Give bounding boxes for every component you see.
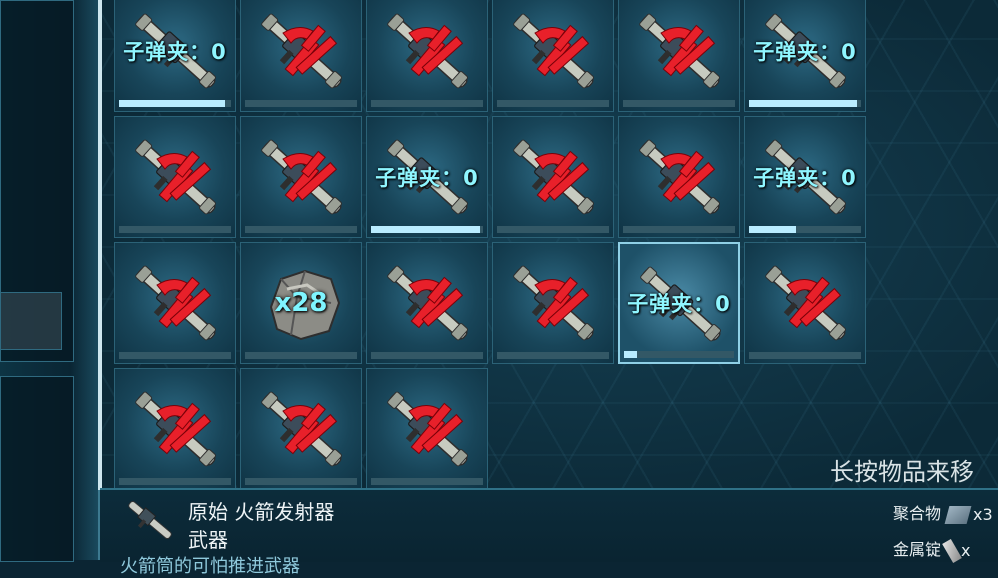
- polymer-icon: [944, 505, 972, 524]
- broken-rocket-launcher-icon: [135, 391, 216, 467]
- inventory-slot-rocket-launcher[interactable]: 子弹夹：0: [618, 242, 740, 364]
- broken-rocket-launcher-icon: [135, 139, 216, 215]
- durability-bar: [371, 478, 483, 485]
- inventory-slot-rocket-launcher[interactable]: [618, 0, 740, 112]
- durability-bar: [119, 352, 231, 359]
- inventory-slot-rocket-launcher[interactable]: 子弹夹：0: [744, 116, 866, 238]
- inventory-slot-rocket-launcher[interactable]: [618, 116, 740, 238]
- resource-polymer: 聚合物 x3: [893, 500, 993, 524]
- broken-rocket-launcher-icon: [261, 13, 342, 89]
- inventory-slot-rocket-launcher[interactable]: 子弹夹：0: [744, 0, 866, 112]
- durability-bar: [497, 100, 609, 107]
- durability-bar: [371, 226, 483, 233]
- inventory-slot-rocket-launcher[interactable]: [240, 116, 362, 238]
- inventory-slot-rocket-launcher[interactable]: 子弹夹：0: [114, 0, 236, 112]
- broken-rocket-launcher-icon: [387, 13, 468, 89]
- durability-fill: [624, 351, 638, 358]
- broken-rocket-launcher-icon: [513, 13, 594, 89]
- item-description: 火箭筒的可怕推进武器: [120, 556, 300, 577]
- inventory-slot-rocket-launcher[interactable]: [366, 368, 488, 490]
- broken-rocket-launcher-icon: [765, 265, 846, 341]
- inventory-slot-rocket-launcher[interactable]: [492, 242, 614, 364]
- durability-fill: [749, 100, 857, 107]
- resource-count: x3: [973, 505, 993, 524]
- long-press-hint: 长按物品来移: [830, 458, 974, 486]
- durability-bar: [245, 100, 357, 107]
- durability-bar: [623, 100, 735, 107]
- broken-rocket-launcher-icon: [639, 13, 720, 89]
- rocket-launcher-icon: [128, 501, 172, 539]
- panel-divider: [98, 0, 102, 490]
- durability-bar: [245, 226, 357, 233]
- inventory-slot-rocket-launcher[interactable]: [240, 368, 362, 490]
- inventory-slot-rocket-launcher[interactable]: [366, 242, 488, 364]
- metal-ingot-icon: [942, 538, 962, 563]
- durability-bar: [119, 478, 231, 485]
- resource-label: 聚合物: [893, 504, 942, 523]
- broken-rocket-launcher-icon: [639, 139, 720, 215]
- broken-rocket-launcher-icon: [513, 139, 594, 215]
- ammo-count-label: 子弹夹：0: [123, 40, 227, 64]
- inventory-slot-rocket-launcher[interactable]: [366, 0, 488, 112]
- durability-bar: [497, 226, 609, 233]
- resource-label: 金属锭: [893, 540, 942, 559]
- durability-bar: [119, 100, 231, 107]
- broken-rocket-launcher-icon: [387, 265, 468, 341]
- inventory-slot-rocket-launcher[interactable]: [240, 0, 362, 112]
- durability-bar: [119, 226, 231, 233]
- inventory-slot-rocket-launcher[interactable]: [114, 368, 236, 490]
- durability-fill: [119, 100, 226, 107]
- durability-fill: [749, 226, 797, 233]
- durability-bar: [749, 100, 861, 107]
- inventory-slot-rocket-launcher[interactable]: [492, 116, 614, 238]
- broken-rocket-launcher-icon: [261, 139, 342, 215]
- inventory-slot-resource[interactable]: x28: [240, 242, 362, 364]
- durability-bar: [245, 352, 357, 359]
- inventory-slot-rocket-launcher[interactable]: [114, 242, 236, 364]
- left-panel-slot[interactable]: [0, 292, 62, 350]
- item-name: 原始 火箭发射器: [188, 500, 335, 524]
- left-panel-section: [0, 376, 74, 562]
- durability-fill: [371, 226, 480, 233]
- ammo-count-label: 子弹夹：0: [375, 166, 479, 190]
- quantity-label: x28: [274, 288, 328, 318]
- durability-bar: [371, 352, 483, 359]
- durability-bar: [245, 478, 357, 485]
- inventory-slot-rocket-launcher[interactable]: [492, 0, 614, 112]
- durability-bar: [371, 100, 483, 107]
- durability-bar: [749, 352, 861, 359]
- broken-rocket-launcher-icon: [513, 265, 594, 341]
- inventory-slot-rocket-launcher[interactable]: 子弹夹：0: [366, 116, 488, 238]
- resource-count: x: [961, 541, 971, 560]
- ammo-count-label: 子弹夹：0: [753, 166, 857, 190]
- broken-rocket-launcher-icon: [135, 265, 216, 341]
- inventory-slot-rocket-launcher[interactable]: [114, 116, 236, 238]
- broken-rocket-launcher-icon: [261, 391, 342, 467]
- durability-bar: [623, 226, 735, 233]
- durability-bar: [497, 352, 609, 359]
- durability-bar: [624, 351, 734, 358]
- ammo-count-label: 子弹夹：0: [627, 292, 731, 316]
- broken-rocket-launcher-icon: [387, 391, 468, 467]
- item-type: 武器: [188, 528, 228, 552]
- resource-metal-ingot: 金属锭 x: [893, 536, 971, 563]
- ammo-count-label: 子弹夹：0: [753, 40, 857, 64]
- durability-bar: [749, 226, 861, 233]
- inventory-grid: 子弹夹：0 子弹夹：0 子弹夹：0 子弹夹：0 x28 子弹夹：0: [114, 0, 866, 490]
- inventory-slot-rocket-launcher[interactable]: [744, 242, 866, 364]
